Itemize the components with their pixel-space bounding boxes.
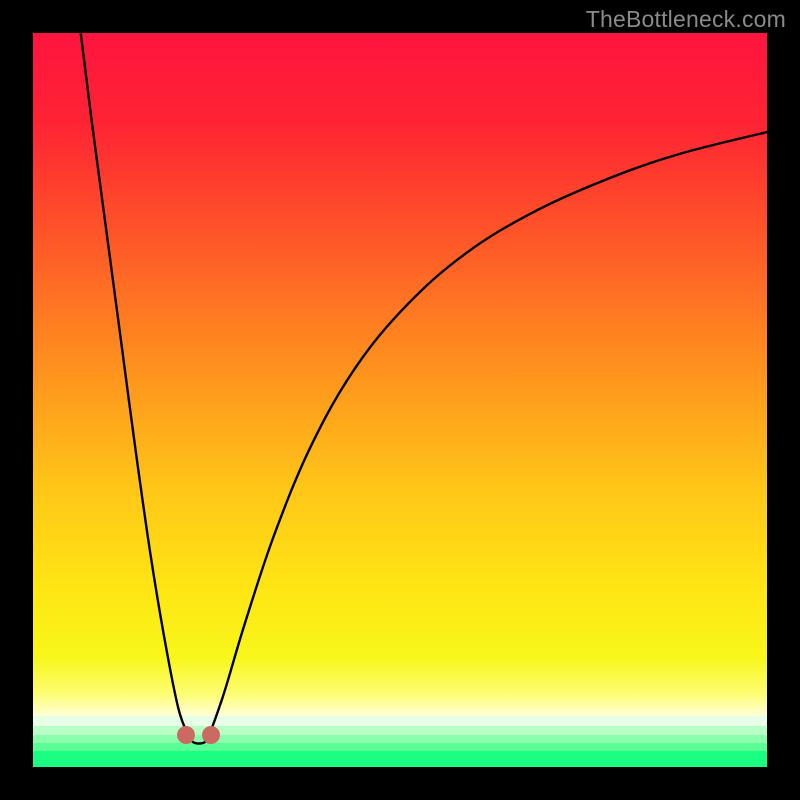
watermark-text: TheBottleneck.com xyxy=(586,6,786,33)
dot-right xyxy=(202,726,220,744)
plot-area xyxy=(33,33,767,767)
bottleneck-curve xyxy=(81,33,767,744)
dot-left xyxy=(177,726,195,744)
curve-svg xyxy=(33,33,767,767)
